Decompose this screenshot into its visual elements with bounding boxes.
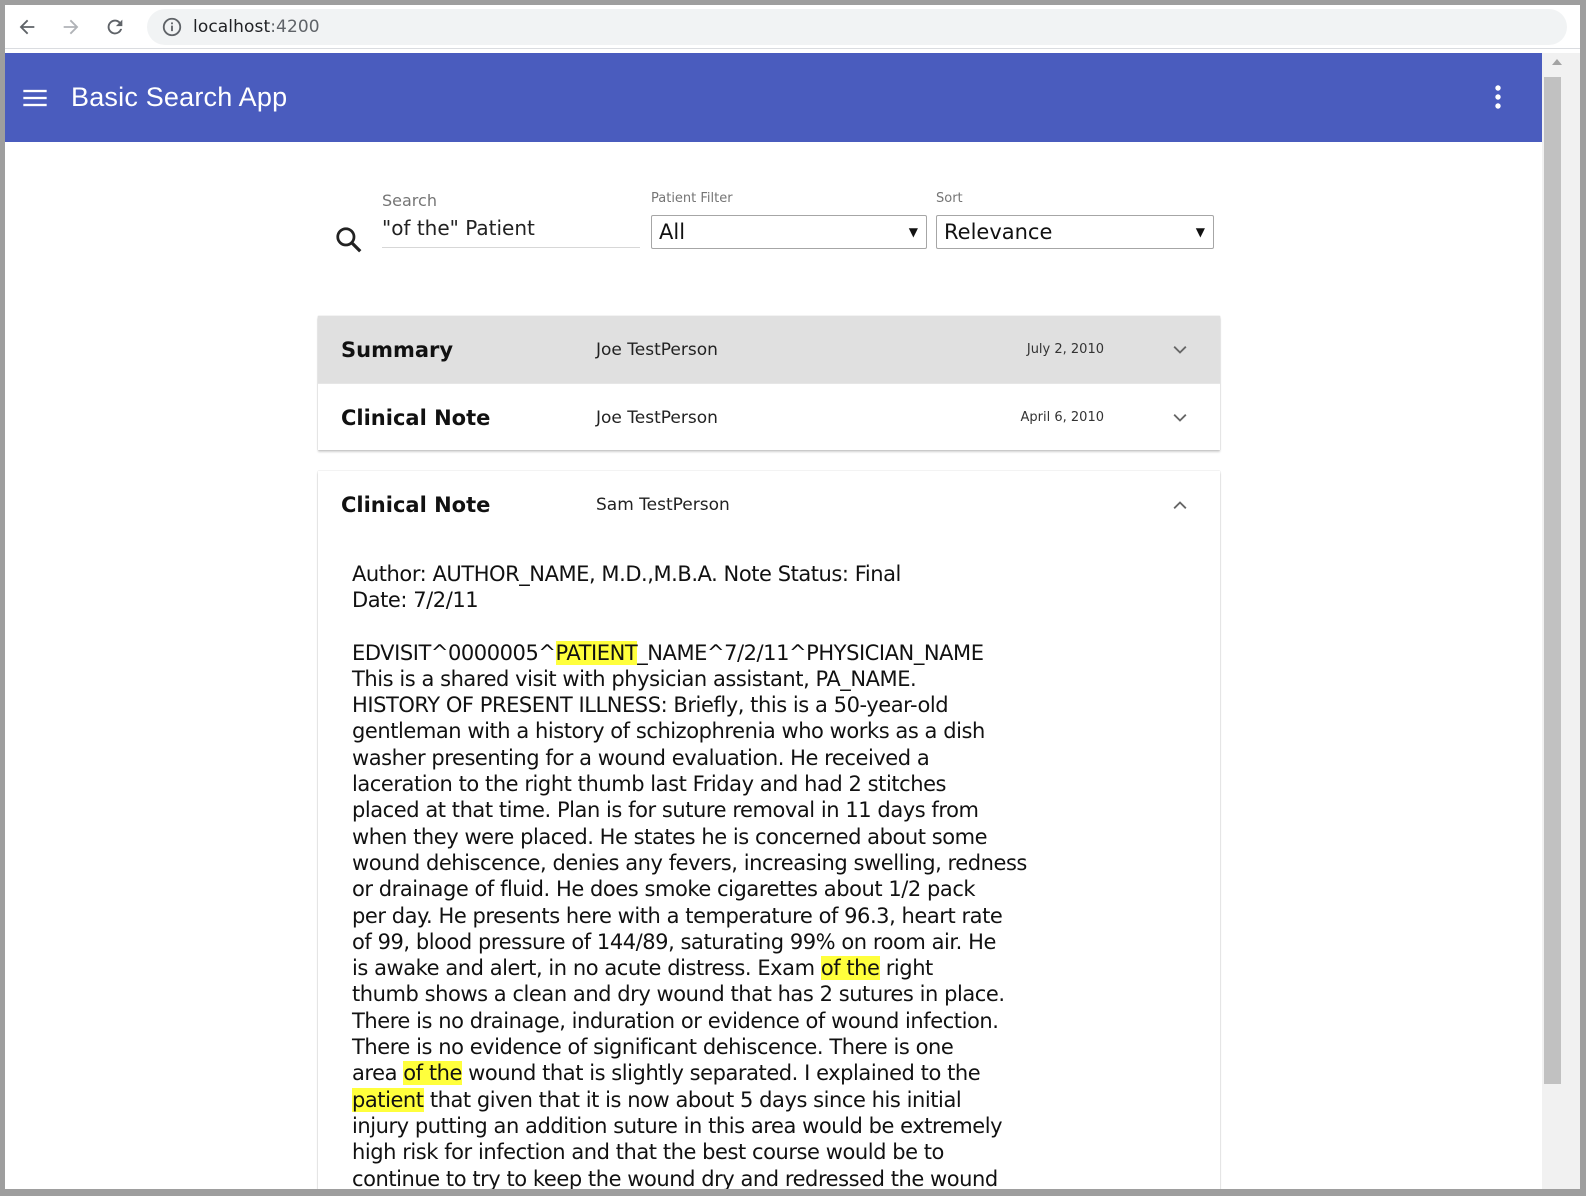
back-arrow-icon <box>19 19 35 34</box>
address-bar[interactable]: localhost:4200 <box>147 9 1567 45</box>
patient-filter-label: Patient Filter <box>651 191 733 206</box>
more-vert-icon <box>1495 85 1501 109</box>
app-title: Basic Search App <box>71 82 288 112</box>
info-icon[interactable] <box>161 16 183 38</box>
result-type: Summary <box>341 337 454 362</box>
results-list: Summary Joe TestPerson July 2, 2010 Clin… <box>318 316 1220 450</box>
highlighted-match: patient <box>352 1087 424 1112</box>
expanded-result-header[interactable]: Clinical Note Sam TestPerson <box>318 471 1220 539</box>
screen-frame: localhost:4200 Basic Search App Search "… <box>0 0 1586 1196</box>
scroll-up-arrow-icon[interactable] <box>1552 59 1562 65</box>
result-row[interactable]: Summary Joe TestPerson July 2, 2010 <box>318 316 1220 383</box>
search-input[interactable]: "of the" Patient <box>382 216 640 248</box>
scrollbar-thumb[interactable] <box>1544 77 1561 1084</box>
url-text: localhost:4200 <box>193 17 320 37</box>
chevron-down-icon[interactable] <box>1170 340 1190 360</box>
url-host: localhost <box>193 17 271 37</box>
sort-field: Sort Relevance ▼ <box>936 191 1214 249</box>
highlighted-match: of the <box>820 956 880 981</box>
note-text: EDVISIT^0000005^PATIENT_NAME^7/2/11^PHYS… <box>352 640 1052 1191</box>
browser-toolbar: localhost:4200 <box>5 5 1580 49</box>
expanded-result: Clinical Note Sam TestPerson Author: AUT… <box>318 471 1220 1191</box>
note-text-segment: wound that is slightly separated. I expl… <box>468 1061 981 1086</box>
note-date-line: Date: 7/2/11 <box>352 588 479 613</box>
result-patient: Joe TestPerson <box>596 407 718 428</box>
result-row[interactable]: Clinical Note Joe TestPerson April 6, 20… <box>318 384 1220 451</box>
sort-label: Sort <box>936 191 963 206</box>
result-date: April 6, 2010 <box>1020 410 1104 425</box>
result-type: Clinical Note <box>341 493 491 517</box>
page-scrollbar[interactable] <box>1542 53 1580 1189</box>
search-icon <box>336 227 362 253</box>
more-options-button[interactable] <box>1470 69 1526 125</box>
sort-value: Relevance <box>944 220 1053 244</box>
sort-select[interactable]: Relevance ▼ <box>936 215 1214 249</box>
reload-icon <box>107 19 123 34</box>
result-patient: Sam TestPerson <box>596 495 730 515</box>
note-author-line: Author: AUTHOR_NAME, M.D.,M.B.A. Note St… <box>352 562 901 586</box>
note-text-segment: _NAME^7/2/11^PHYSICIAN_NAME This is a sh… <box>352 640 1027 981</box>
note-body: Author: AUTHOR_NAME, M.D.,M.B.A. Note St… <box>352 561 1052 1191</box>
forward-button[interactable] <box>49 5 93 49</box>
url-port: :4200 <box>270 17 320 37</box>
dropdown-arrow-icon: ▼ <box>1195 225 1205 239</box>
result-date: July 2, 2010 <box>1026 342 1104 357</box>
result-type: Clinical Note <box>341 405 491 430</box>
chevron-up-icon[interactable] <box>1170 495 1190 515</box>
note-text-segment: EDVISIT^0000005^ <box>352 640 556 665</box>
result-patient: Joe TestPerson <box>596 339 718 360</box>
search-label: Search <box>382 191 437 210</box>
patient-filter-select[interactable]: All ▼ <box>651 215 927 249</box>
dropdown-arrow-icon: ▼ <box>908 225 918 239</box>
search-controls: Search "of the" Patient Patient Filter A… <box>330 191 1220 261</box>
note-text-segment: that given that it is now about 5 days s… <box>352 1087 1003 1191</box>
reload-button[interactable] <box>93 5 137 49</box>
search-field: Search "of the" Patient <box>382 191 640 248</box>
menu-icon <box>23 89 47 106</box>
back-button[interactable] <box>5 5 49 49</box>
chevron-down-icon[interactable] <box>1170 408 1190 428</box>
app-toolbar: Basic Search App <box>5 53 1542 142</box>
menu-button[interactable] <box>5 68 65 128</box>
highlighted-match: of the <box>403 1061 462 1086</box>
patient-filter-field: Patient Filter All ▼ <box>651 191 927 249</box>
forward-arrow-icon <box>63 19 79 34</box>
highlighted-match: PATIENT <box>555 640 638 665</box>
patient-filter-value: All <box>659 220 686 244</box>
